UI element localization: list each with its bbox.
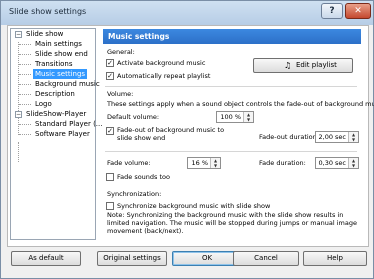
fadeout-checkbox[interactable]: ✓ [106,127,114,135]
fade-volume-label: Fade volume: [107,159,151,167]
tree-item-software-player[interactable]: Software Player [33,129,92,139]
fade-duration-spinner[interactable]: 0,30 sec ▲ ▼ [315,157,359,169]
collapse-icon[interactable]: − [15,111,22,118]
repeat-playlist-label[interactable]: Automatically repeat playlist [117,72,210,80]
tree-item-description[interactable]: Description [33,89,77,99]
spin-arrows-icon[interactable]: ▲ ▼ [348,158,358,168]
fadeout-duration-label: Fade-out duration: [259,133,319,141]
sync-heading: Synchronization: [107,190,162,198]
default-volume-spinner[interactable]: 100 % ▲ ▼ [216,111,254,123]
help-icon[interactable]: ? [321,3,343,19]
fade-sounds-checkbox[interactable] [106,173,114,181]
fadeout-duration-value: 2,00 sec [318,133,347,141]
title-bar: Slide show settings ? ✕ [1,1,373,25]
tree-item-background-music[interactable]: Background music [33,79,102,89]
help-button[interactable]: Help [303,251,367,266]
fadeout-duration-spinner[interactable]: 2,00 sec ▲ ▼ [315,131,359,143]
close-icon[interactable]: ✕ [345,3,371,19]
tree-item-music-settings[interactable]: Music settings [33,69,88,79]
activate-bg-music-label[interactable]: Activate background music [117,59,205,67]
spin-arrows-icon[interactable]: ▲ ▼ [243,112,253,122]
fade-sounds-label[interactable]: Fade sounds too [117,173,170,181]
fade-volume-value: 16 % [191,159,208,167]
tree-item-main-settings[interactable]: Main settings [33,39,84,49]
tree-item-slide-show-end[interactable]: Slide show end [33,49,90,59]
spin-arrows-icon[interactable]: ▲ ▼ [210,158,220,168]
spin-arrows-icon[interactable]: ▲ ▼ [348,132,358,142]
edit-playlist-label: Edit playlist [296,61,337,69]
edit-playlist-button[interactable]: ♫ Edit playlist [253,58,353,73]
volume-description: These settings apply when a sound object… [107,100,374,108]
original-settings-button[interactable]: Original settings [97,251,167,266]
default-volume-value: 100 % [220,113,241,121]
fade-volume-spinner[interactable]: 16 % ▲ ▼ [187,157,221,169]
repeat-playlist-checkbox[interactable]: ✓ [106,72,114,80]
settings-tree[interactable]: − Slide show Main settings Slide show en… [10,28,102,240]
volume-heading: Volume: [107,90,134,98]
panel-title: Music settings [103,29,361,44]
as-default-button[interactable]: As default [11,251,81,266]
activate-bg-music-checkbox[interactable]: ✓ [106,59,114,67]
music-settings-panel: Music settings General: ✓ Activate backg… [103,29,374,241]
sync-label[interactable]: Synchronize background music with slide … [117,202,270,210]
tree-item-transitions[interactable]: Transitions [33,59,75,69]
sync-checkbox[interactable] [106,202,114,210]
fade-duration-label: Fade duration: [259,159,306,167]
default-volume-label: Default volume: [107,113,160,121]
settings-window: Slide show settings ? ✕ − Slide show Mai… [0,0,374,279]
general-heading: General: [107,48,135,56]
tree-item-logo[interactable]: Logo [33,99,54,109]
fadeout-label[interactable]: Fade-out of background music to slide sh… [117,126,237,142]
music-note-icon: ♫ [284,61,292,70]
ok-button[interactable]: OK [172,251,242,266]
window-title: Slide show settings [9,7,87,16]
cancel-button[interactable]: Cancel [233,251,299,266]
tree-item-slideshow-player[interactable]: SlideShow-Player [24,109,88,119]
tree-item-slide-show[interactable]: Slide show [24,29,65,39]
sync-note: Note: Synchronizing the background music… [107,211,357,235]
collapse-icon[interactable]: − [15,31,22,38]
fade-duration-value: 0,30 sec [318,159,347,167]
tree-item-standard-player[interactable]: Standard Player (... [33,119,104,129]
